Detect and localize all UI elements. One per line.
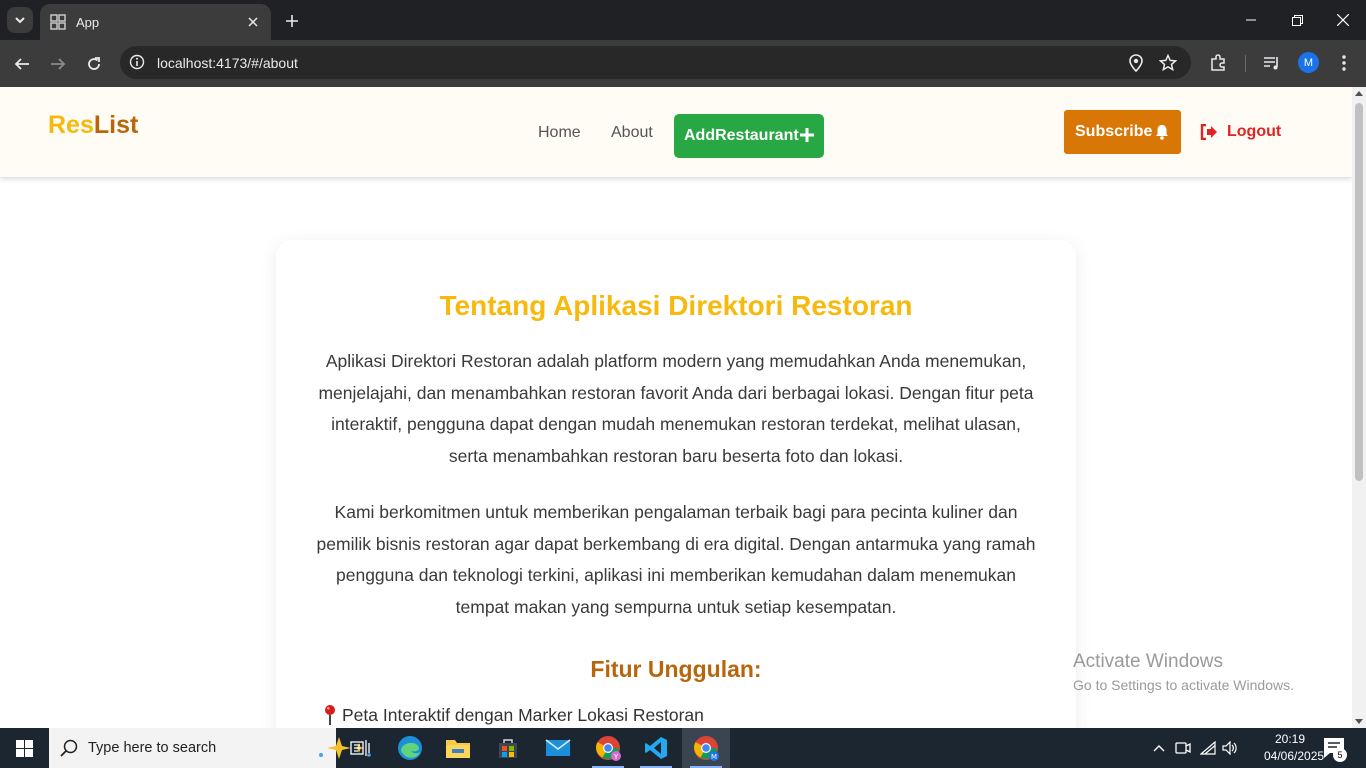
tab-search-button[interactable] [7,7,33,33]
taskbar-store[interactable] [484,728,532,768]
task-view-icon [350,740,370,756]
task-view-button[interactable] [336,728,384,768]
close-window-button[interactable] [1320,0,1366,40]
tab-title: App [76,14,100,30]
close-icon [1337,14,1349,26]
feature-label: Peta Interaktif dengan Marker Lokasi Res… [342,704,704,725]
plus-icon [800,128,814,142]
chrome-icon: M [694,736,719,761]
activate-windows-watermark: Activate Windows Go to Settings to activ… [1073,651,1294,693]
back-button[interactable] [8,50,36,78]
chrome-icon: Y [596,736,621,761]
logout-icon [1200,124,1217,140]
browser-tab-bar: App [0,0,1366,40]
edge-icon [398,736,422,760]
reload-button[interactable] [80,50,108,78]
media-control-icon[interactable] [1261,52,1283,74]
browser-toolbar: localhost:4173/#/about M [0,40,1366,87]
taskbar-mail[interactable] [534,728,582,768]
browser-tab[interactable]: App [40,4,271,40]
search-icon [60,739,78,757]
store-icon [499,739,517,758]
vscode-icon [645,737,667,759]
minimize-button[interactable] [1228,0,1274,40]
profile-avatar[interactable]: M [1298,52,1319,73]
logout-label: Logout [1227,123,1282,140]
forward-button[interactable] [44,50,72,78]
app-header: ResList Home About AddRestaurant Subscri… [0,87,1352,177]
close-icon [248,17,258,27]
arrow-left-icon [14,58,29,70]
restore-button[interactable] [1274,0,1320,40]
chevron-down-icon [15,17,25,24]
arrow-right-icon [51,58,66,70]
taskbar-search-box[interactable]: Type here to search [49,728,371,768]
volume-icon[interactable] [1221,739,1239,757]
svg-text:Y: Y [613,753,619,761]
watermark-title: Activate Windows [1073,651,1223,672]
clock-time: 20:19 [1274,732,1306,746]
add-restaurant-button[interactable]: AddRestaurant [674,114,824,158]
start-button[interactable] [0,728,48,768]
subscribe-button[interactable]: Subscribe [1064,110,1181,154]
taskbar-vscode[interactable] [632,728,680,768]
round-pushpin-icon [325,705,335,725]
site-info-icon[interactable] [128,53,146,71]
page-viewport: ResList Home About AddRestaurant Subscri… [0,87,1352,728]
taskbar-chrome-profile-y[interactable]: Y [584,728,632,768]
extensions-icon[interactable] [1207,52,1229,74]
taskbar-file-explorer[interactable] [434,728,482,768]
network-icon[interactable] [1199,739,1217,757]
minimize-icon [1246,19,1256,21]
chevron-up-icon [1153,745,1165,752]
windows-logo-icon [15,739,33,757]
taskbar-edge[interactable] [386,728,434,768]
mail-icon [545,739,571,756]
folder-icon [446,740,470,758]
notification-badge: 5 [1333,748,1347,762]
meet-now-icon[interactable] [1174,739,1192,757]
bookmark-star-icon[interactable] [1158,53,1178,73]
reload-icon [88,57,100,70]
nav-about-link[interactable]: About [611,124,653,142]
scroll-down-arrow[interactable] [1355,719,1363,724]
restore-icon [1291,14,1303,26]
taskbar-clock[interactable]: 20:19 04/06/2025 [1264,731,1325,765]
feature-item: Peta Interaktif dengan Marker Lokasi Res… [322,704,704,726]
nav-home-link[interactable]: Home [538,124,581,142]
new-tab-button[interactable] [281,10,303,32]
subscribe-label: Subscribe [1075,123,1153,140]
windows-taskbar: Type here to search Y M 20:19 04/06/2025… [0,728,1366,768]
search-placeholder: Type here to search [88,740,217,756]
scroll-up-arrow[interactable] [1355,91,1363,96]
svg-text:M: M [711,753,717,761]
url-text[interactable]: localhost:4173/#/about [157,55,298,71]
plus-icon [286,15,298,27]
about-card: Tentang Aplikasi Direktori Restoran Apli… [276,240,1076,728]
about-title: Tentang Aplikasi Direktori Restoran [439,290,913,321]
about-paragraph-2: Kami berkomitmen untuk memberikan pengal… [316,502,1036,618]
page-scrollbar[interactable] [1352,87,1366,728]
tab-close-button[interactable] [245,14,261,30]
bell-icon [1156,125,1168,140]
show-hidden-icons-button[interactable] [1150,739,1168,757]
scroll-thumb[interactable] [1355,103,1363,481]
more-menu-icon[interactable] [1333,52,1355,74]
watermark-subtitle: Go to Settings to activate Windows. [1073,677,1294,693]
about-paragraph-1: Aplikasi Direktori Restoran adalah platf… [318,351,1034,467]
features-title: Fitur Unggulan: [590,656,762,682]
toolbar-separator [1245,55,1246,72]
clock-date: 04/06/2025 [1264,749,1325,763]
location-pin-icon[interactable] [1126,53,1146,73]
address-bar[interactable]: localhost:4173/#/about [120,46,1191,79]
apps-grid-icon [50,14,66,30]
logout-button[interactable]: Logout [1200,123,1281,141]
add-restaurant-label: AddRestaurant [684,127,799,144]
taskbar-chrome-profile-m[interactable]: M [682,728,730,768]
app-logo[interactable]: ResList [48,111,138,140]
